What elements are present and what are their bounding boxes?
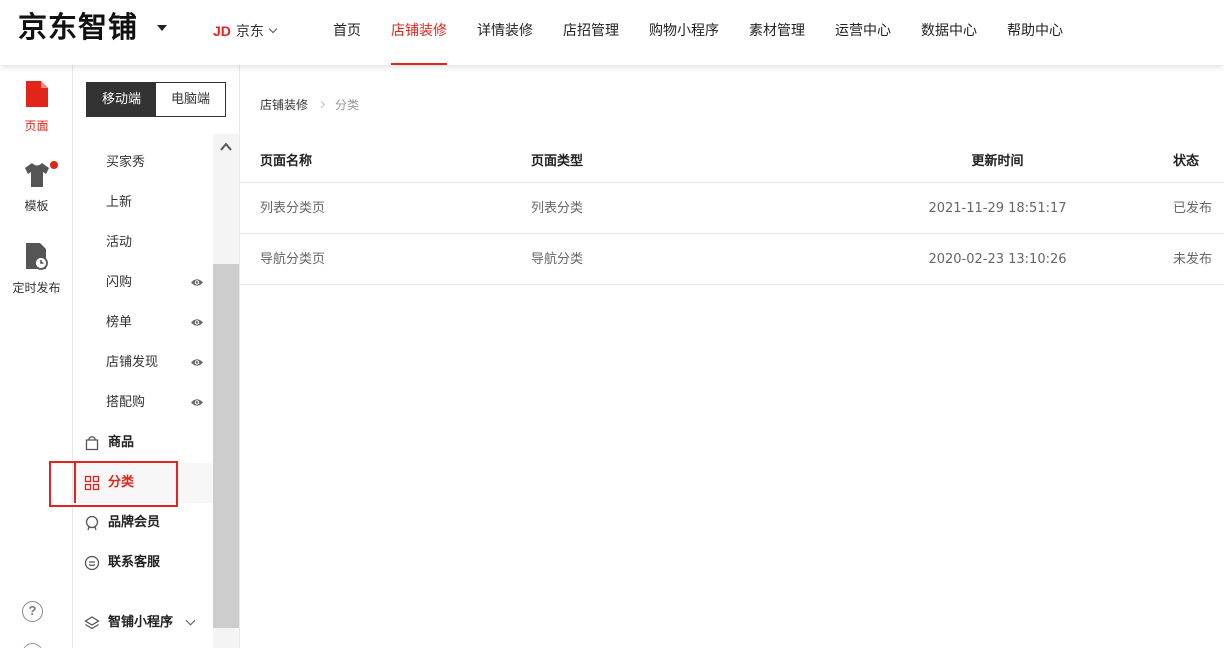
table-header: 页面名称 页面类型 更新时间 状态 <box>240 141 1224 183</box>
menu-item-label: 分类 <box>108 463 134 503</box>
menu-scrollbar[interactable] <box>213 134 239 648</box>
nav-detail-decoration[interactable]: 详情装修 <box>477 0 533 65</box>
rail-item-templates[interactable]: 模板 <box>0 161 73 214</box>
nav-shop-decoration[interactable]: 店铺装修 <box>391 0 447 65</box>
menu-item-buyer-show[interactable]: 买家秀 <box>73 143 213 183</box>
main-content: 店铺装修 分类 页面名称 页面类型 更新时间 状态 列表分类页 列表分类 202… <box>240 65 1224 648</box>
help-icon[interactable]: ? <box>22 601 43 622</box>
page-menu: 移动端 电脑端 买家秀 上新 活动 闪购 榜单 店铺发现 搭配购 <box>73 65 240 648</box>
nav-data[interactable]: 数据中心 <box>921 0 977 65</box>
nav-operations[interactable]: 运营中心 <box>835 0 891 65</box>
breadcrumb: 店铺装修 分类 <box>260 96 359 113</box>
jd-logo-mark: JD <box>213 23 231 39</box>
device-toggle: 移动端 电脑端 <box>86 82 226 117</box>
shop-name: 京东 <box>236 21 264 41</box>
member-icon <box>84 515 100 531</box>
eye-icon[interactable] <box>190 317 204 328</box>
top-header: 京东智铺 JD 京东 首页 店铺装修 详情装修 店招管理 购物小程序 素材管理 … <box>0 0 1224 65</box>
page-icon <box>24 79 50 109</box>
column-header: 页面类型 <box>531 141 583 183</box>
page-type-cell: 列表分类 <box>531 183 583 234</box>
updated-time-cell: 2021-11-29 18:51:17 <box>889 183 1106 234</box>
menu-item-label: 上新 <box>106 183 132 223</box>
eye-icon[interactable] <box>190 357 204 368</box>
status-cell: 已发布 <box>1173 183 1212 234</box>
nav-materials[interactable]: 素材管理 <box>749 0 805 65</box>
menu-item-shop-discover[interactable]: 店铺发现 <box>73 343 213 383</box>
status-cell: 未发布 <box>1173 234 1212 285</box>
eye-icon[interactable] <box>190 277 204 288</box>
menu-item-bundle[interactable]: 搭配购 <box>73 383 213 423</box>
nav-home[interactable]: 首页 <box>333 0 361 65</box>
menu-item-customer-service[interactable]: 联系客服 <box>73 543 213 583</box>
menu-item-category[interactable]: 分类 <box>73 463 213 503</box>
nav-shop-sign[interactable]: 店招管理 <box>563 0 619 65</box>
shirt-icon <box>22 161 52 189</box>
table-row[interactable]: 列表分类页 列表分类 2021-11-29 18:51:17 已发布 <box>240 183 1224 234</box>
rail-label-pages: 页面 <box>0 117 73 134</box>
menu-item-label: 品牌会员 <box>108 503 160 543</box>
menu-item-label: 买家秀 <box>106 143 145 183</box>
eye-icon[interactable] <box>190 397 204 408</box>
mobile-tab[interactable]: 移动端 <box>87 83 156 116</box>
table-row[interactable]: 导航分类页 导航分类 2020-02-23 13:10:26 未发布 <box>240 234 1224 285</box>
menu-item-rankings[interactable]: 榜单 <box>73 303 213 343</box>
menu-item-label: 店铺发现 <box>106 343 158 383</box>
rail-item-scheduled[interactable]: 定时发布 <box>0 241 73 296</box>
page-type-cell: 导航分类 <box>531 234 583 285</box>
rail-label-scheduled: 定时发布 <box>0 279 73 296</box>
menu-item-new-arrivals[interactable]: 上新 <box>73 183 213 223</box>
menu-item-smart-mini-program[interactable]: 智铺小程序 <box>73 603 213 643</box>
menu-item-label: 闪购 <box>106 263 132 303</box>
pc-tab[interactable]: 电脑端 <box>156 83 225 116</box>
chevron-down-icon[interactable] <box>186 616 196 626</box>
scheduled-file-icon <box>24 241 50 271</box>
icon-rail: 页面 模板 定时发布 ? <box>0 65 73 648</box>
menu-item-label: 榜单 <box>106 303 132 343</box>
nav-help[interactable]: 帮助中心 <box>1007 0 1063 65</box>
app-logo[interactable]: 京东智铺 <box>18 11 138 43</box>
menu-item-label: 联系客服 <box>108 543 160 583</box>
menu-item-flash-sale[interactable]: 闪购 <box>73 263 213 303</box>
page-name-cell[interactable]: 列表分类页 <box>260 183 325 234</box>
menu-item-products[interactable]: 商品 <box>73 423 213 463</box>
column-header: 状态 <box>1173 141 1199 183</box>
chevron-right-icon <box>318 101 325 108</box>
more-icon[interactable] <box>22 643 43 648</box>
nav-mini-program[interactable]: 购物小程序 <box>649 0 719 65</box>
menu-item-label: 搭配购 <box>106 383 145 423</box>
menu-item-label: 活动 <box>106 223 132 263</box>
menu-item-label: 商品 <box>108 423 134 463</box>
menu-item-label: 智铺小程序 <box>108 603 173 643</box>
breadcrumb-parent[interactable]: 店铺装修 <box>260 96 308 113</box>
rail-label-templates: 模板 <box>0 197 73 214</box>
selected-indicator <box>74 463 76 503</box>
page-name-cell[interactable]: 导航分类页 <box>260 234 325 285</box>
pages-table: 页面名称 页面类型 更新时间 状态 列表分类页 列表分类 2021-11-29 … <box>240 141 1224 285</box>
shop-switcher[interactable]: JD 京东 <box>213 21 276 41</box>
column-header: 更新时间 <box>889 141 1106 183</box>
scrollbar-thumb[interactable] <box>213 264 239 628</box>
menu-item-activities[interactable]: 活动 <box>73 223 213 263</box>
category-grid-icon <box>84 475 100 491</box>
rail-item-pages[interactable]: 页面 <box>0 79 73 134</box>
column-header: 页面名称 <box>260 141 312 183</box>
menu-item-brand-member[interactable]: 品牌会员 <box>73 503 213 543</box>
chevron-down-icon <box>269 25 277 33</box>
breadcrumb-current: 分类 <box>335 96 359 113</box>
updated-time-cell: 2020-02-23 13:10:26 <box>889 234 1106 285</box>
bag-icon <box>84 435 100 451</box>
logo-dropdown-icon[interactable] <box>157 25 167 31</box>
scroll-up-icon[interactable] <box>219 140 233 154</box>
layers-icon <box>84 615 100 631</box>
notification-dot <box>50 161 58 169</box>
chat-icon <box>84 555 100 571</box>
